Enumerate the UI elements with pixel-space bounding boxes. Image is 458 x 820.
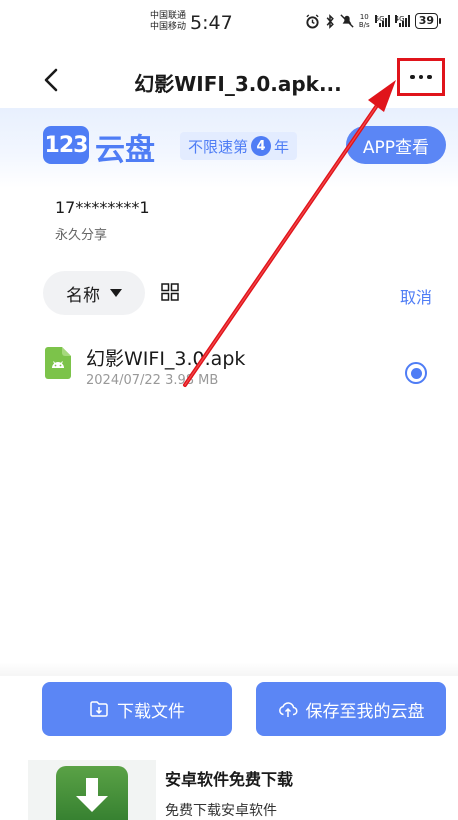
- open-in-app-button[interactable]: APP查看: [346, 126, 446, 164]
- promo-tag-suffix: 年: [274, 137, 290, 156]
- page-title: 幻影WIFI_3.0.apk...: [134, 72, 342, 96]
- back-arrow-icon[interactable]: [38, 66, 66, 94]
- download-app-icon: [56, 766, 128, 820]
- brand-logo-mark: 123: [43, 126, 89, 164]
- share-owner: 17********1: [55, 198, 150, 217]
- brand-banner: 123 云盘 不限速第 4 年 APP查看: [0, 108, 458, 188]
- download-file-label: 下载文件: [117, 701, 185, 722]
- caret-down-icon: [110, 289, 122, 297]
- promo-tag-number: 4: [251, 136, 272, 156]
- sort-dropdown[interactable]: 名称: [43, 271, 145, 315]
- download-file-button[interactable]: 下载文件: [42, 682, 232, 736]
- mute-icon: [340, 14, 354, 28]
- signal-4g-label: 4G: [394, 15, 405, 23]
- nav-header: 幻影WIFI_3.0.apk...: [0, 52, 458, 108]
- file-meta: 2024/07/22 3.98 MB: [86, 373, 218, 388]
- download-folder-icon: [90, 701, 108, 717]
- status-icons: 10 B/s 5G 4G 39: [305, 13, 442, 29]
- cancel-selection-button[interactable]: 取消: [400, 284, 432, 308]
- brand-logo-text: 云盘: [95, 133, 155, 168]
- sort-label: 名称: [66, 285, 100, 306]
- file-date: 2024/07/22: [86, 373, 161, 388]
- battery-level: 39: [414, 13, 442, 29]
- status-time: 5:47: [190, 12, 233, 34]
- file-select-radio[interactable]: [405, 362, 427, 384]
- ad-image: [28, 760, 156, 820]
- file-list-item[interactable]: 幻影WIFI_3.0.apk 2024/07/22 3.98 MB: [0, 335, 458, 397]
- net-speed-value: 10: [359, 13, 369, 21]
- net-speed-unit: B/s: [358, 21, 370, 29]
- apk-file-icon: [45, 347, 71, 379]
- signal-5g-label: 5G: [374, 15, 385, 23]
- carrier-labels: 中国联通 中国移动: [150, 11, 186, 33]
- file-size: 3.98 MB: [165, 373, 219, 388]
- promo-tag-prefix: 不限速第: [188, 137, 249, 156]
- bluetooth-icon: [326, 13, 334, 29]
- signal-5g-icon: 5G: [374, 15, 390, 27]
- save-to-cloud-button[interactable]: 保存至我的云盘: [256, 682, 446, 736]
- ad-banner[interactable]: 安卓软件免费下载 免费下载安卓软件: [0, 746, 458, 820]
- carrier-1: 中国联通: [150, 11, 187, 21]
- status-bar: 中国联通 中国移动 5:47 10 B/s 5G 4G 39: [0, 0, 458, 46]
- ad-subtitle: 免费下载安卓软件: [165, 803, 277, 819]
- file-name: 幻影WIFI_3.0.apk: [86, 348, 246, 370]
- more-options-button[interactable]: [397, 58, 445, 96]
- net-speed: 10 B/s: [359, 13, 370, 29]
- share-type: 永久分享: [55, 228, 108, 243]
- grid-view-icon[interactable]: [161, 283, 179, 301]
- save-to-cloud-label: 保存至我的云盘: [305, 701, 425, 722]
- signal-4g-icon: 4G: [394, 15, 410, 27]
- promo-tag: 不限速第 4 年: [180, 132, 298, 160]
- more-dot-icon: [410, 74, 415, 80]
- ad-title: 安卓软件免费下载: [165, 770, 294, 789]
- more-dot-icon: [427, 74, 432, 80]
- cloud-upload-icon: [278, 702, 298, 717]
- bottom-shadow: [0, 662, 458, 676]
- more-dot-icon: [418, 74, 424, 80]
- action-bar: 下载文件 保存至我的云盘: [0, 676, 458, 746]
- carrier-2: 中国移动: [150, 22, 187, 32]
- alarm-icon: [306, 13, 319, 29]
